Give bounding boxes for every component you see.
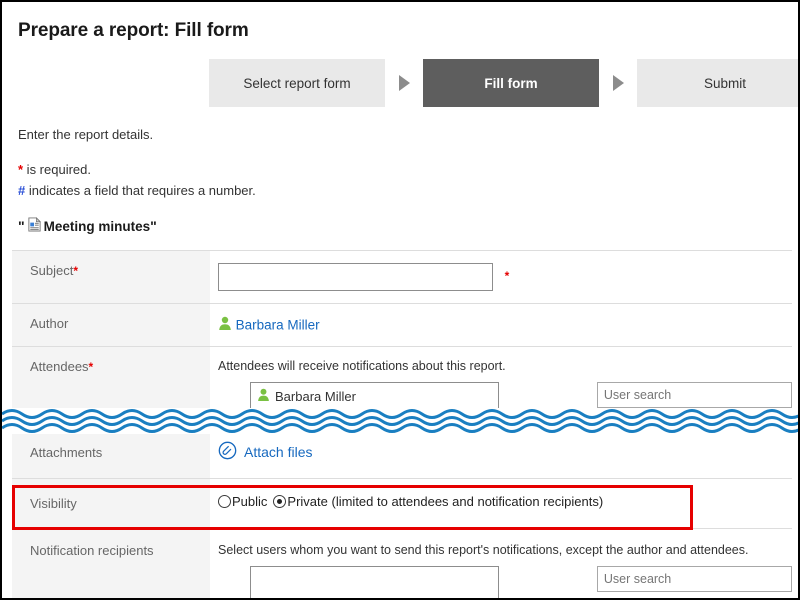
row-visibility: Visibility Public Private (limited to at… bbox=[12, 478, 792, 529]
user-green-icon bbox=[257, 388, 270, 405]
attach-files-link[interactable]: Attach files bbox=[218, 441, 312, 463]
value-author: Barbara Miller bbox=[210, 303, 792, 347]
required-text: is required. bbox=[23, 162, 91, 177]
subject-required-mark: * bbox=[73, 264, 79, 278]
step-submit[interactable]: Submit bbox=[637, 59, 798, 107]
subject-input[interactable] bbox=[218, 263, 493, 291]
visibility-radio-group: Public Private (limited to attendees and… bbox=[218, 494, 792, 509]
attendees-hint: Attendees will receive notifications abo… bbox=[218, 359, 506, 373]
step-select-report-form[interactable]: Select report form bbox=[209, 59, 385, 107]
attendees-listbox[interactable]: Barbara Miller bbox=[250, 382, 499, 411]
label-visibility: Visibility bbox=[12, 478, 210, 529]
radio-public[interactable] bbox=[218, 495, 231, 508]
selected-form-name: " Meeting minutes " bbox=[18, 217, 157, 235]
row-author: Author Barbara Miller bbox=[12, 303, 792, 347]
label-author-text: Author bbox=[30, 316, 69, 331]
label-author: Author bbox=[12, 303, 210, 347]
visibility-private-label: Private (limited to attendees and notifi… bbox=[287, 494, 604, 509]
notification-recipients-user-search-input[interactable] bbox=[596, 566, 792, 592]
instruction-enter-details: Enter the report details. bbox=[18, 127, 154, 142]
visibility-option-public[interactable]: Public bbox=[218, 494, 267, 509]
report-document-icon bbox=[27, 217, 42, 235]
number-text: indicates a field that requires a number… bbox=[25, 183, 256, 198]
attendees-required-mark: * bbox=[88, 360, 94, 374]
value-visibility: Public Private (limited to attendees and… bbox=[210, 478, 792, 529]
row-subject: Subject* * bbox=[12, 250, 792, 304]
label-visibility-text: Visibility bbox=[30, 496, 77, 511]
value-notification-recipients: Select users whom you want to send this … bbox=[210, 528, 792, 598]
value-attachments: Attach files bbox=[210, 430, 792, 479]
label-notification-recipients-text: Notification recipients bbox=[30, 543, 154, 558]
user-green-icon bbox=[218, 316, 232, 334]
label-subject: Subject* bbox=[12, 250, 210, 304]
row-attachments: Attachments Attach files bbox=[12, 430, 792, 479]
screenshot-root: Prepare a report: Fill form Select repor… bbox=[0, 0, 800, 600]
instruction-number: # indicates a field that requires a numb… bbox=[18, 183, 256, 198]
label-notification-recipients: Notification recipients bbox=[12, 528, 210, 598]
label-attachments: Attachments bbox=[12, 430, 210, 479]
paperclip-icon bbox=[218, 441, 237, 463]
quote-close: " bbox=[150, 218, 157, 234]
value-subject: * bbox=[210, 250, 792, 304]
instruction-required: * is required. bbox=[18, 162, 91, 177]
attendees-controls: Barbara Miller bbox=[218, 382, 792, 411]
step-fill-form[interactable]: Fill form bbox=[423, 59, 599, 107]
page-title: Prepare a report: Fill form bbox=[18, 20, 249, 41]
visibility-public-label: Public bbox=[232, 494, 268, 509]
author-user-link[interactable]: Barbara Miller bbox=[236, 318, 320, 333]
torn-edge-divider bbox=[2, 408, 798, 434]
chevron-right-icon-2 bbox=[599, 74, 637, 92]
form-table-bottom: Attachments Attach files Visibility Publ… bbox=[12, 430, 792, 598]
notification-recipients-controls bbox=[218, 566, 792, 598]
chevron-right-icon bbox=[385, 74, 423, 92]
notification-recipients-listbox[interactable] bbox=[250, 566, 499, 598]
label-attendees-text: Attendees bbox=[30, 359, 89, 374]
notification-recipients-hint: Select users whom you want to send this … bbox=[218, 543, 749, 557]
label-attachments-text: Attachments bbox=[30, 445, 103, 460]
form-name-text: Meeting minutes bbox=[43, 218, 151, 234]
radio-private[interactable] bbox=[273, 495, 287, 508]
quote-open: " bbox=[18, 218, 25, 234]
attach-files-label: Attach files bbox=[244, 444, 313, 460]
subject-trailing-required-mark: * bbox=[504, 268, 510, 283]
attendees-user-search-input[interactable] bbox=[596, 382, 792, 408]
row-notification-recipients: Notification recipients Select users who… bbox=[12, 528, 792, 598]
visibility-option-private[interactable]: Private (limited to attendees and notifi… bbox=[273, 494, 603, 509]
list-item[interactable]: Barbara Miller bbox=[257, 388, 492, 405]
attendee-name: Barbara Miller bbox=[275, 389, 356, 404]
label-subject-text: Subject bbox=[30, 263, 74, 278]
wizard-steps: Select report form Fill form Submit bbox=[209, 59, 798, 107]
